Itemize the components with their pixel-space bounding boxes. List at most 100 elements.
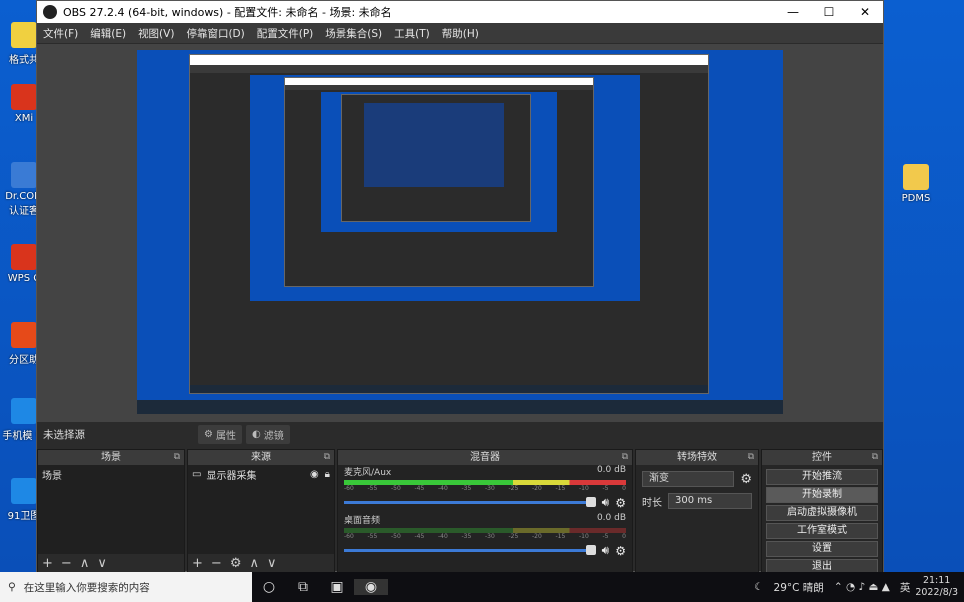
task-view-icon[interactable]: ⧉ bbox=[286, 579, 320, 595]
move-up-icon[interactable]: ∧ bbox=[80, 556, 90, 571]
source-toolbar: 未选择源 ⚙ 属性 ◐ 滤镜 bbox=[37, 422, 883, 446]
clock[interactable]: 21:11 2022/8/3 bbox=[915, 575, 958, 599]
title-bar[interactable]: OBS 27.2.4 (64-bit, windows) - 配置文件: 未命名… bbox=[37, 1, 883, 23]
gear-icon[interactable]: ⚙ bbox=[740, 472, 752, 487]
menu-scene-collection[interactable]: 场景集合(S) bbox=[319, 26, 388, 41]
preview-frame bbox=[137, 50, 783, 414]
volume-slider[interactable] bbox=[344, 545, 596, 555]
studio-mode-button[interactable]: 工作室模式 bbox=[766, 523, 878, 539]
meter-scale: -60 -55 -50 -45 -40 -35 -30 -25 -20 -15 -10 -5 0 bbox=[344, 533, 626, 540]
search-icon: ⚲ bbox=[8, 581, 16, 593]
duration-input[interactable]: 300 ms bbox=[668, 493, 752, 509]
app-icon bbox=[11, 162, 37, 188]
preview-area[interactable] bbox=[37, 44, 883, 422]
mixer-channel-desktop: 桌面音频 0.0 dB -60 -55 -50 -45 -40 -35 -30 -25 -20 -1… bbox=[344, 513, 626, 558]
source-settings-icon[interactable]: ⚙ bbox=[230, 556, 242, 571]
nested-preview-2 bbox=[321, 92, 557, 232]
dock-float-icon[interactable]: ⧉ bbox=[174, 450, 180, 465]
transitions-dock: 转场特效 ⧉ 渐变 ⚙ 时长 300 ms bbox=[635, 449, 759, 573]
app-icon bbox=[11, 244, 37, 270]
remove-source-button[interactable]: − bbox=[211, 556, 222, 571]
gear-icon[interactable]: ⚙ bbox=[615, 496, 626, 510]
minimize-button[interactable]: — bbox=[775, 5, 811, 19]
remove-scene-button[interactable]: − bbox=[61, 556, 72, 571]
settings-button[interactable]: 设置 bbox=[766, 541, 878, 557]
obs-logo-icon bbox=[43, 5, 57, 19]
controls-dock: 控件 ⧉ 开始推流 开始录制 启动虚拟摄像机 工作室模式 设置 退出 bbox=[761, 449, 883, 575]
source-item[interactable]: ▭ 显示器采集 ◉ 🔒︎ bbox=[188, 465, 334, 484]
dock-float-icon[interactable]: ⧉ bbox=[622, 450, 628, 465]
app-icon[interactable]: ▣ bbox=[320, 579, 354, 595]
nested-taskbar bbox=[137, 400, 783, 414]
app-icon bbox=[11, 22, 37, 48]
mixer-dock: 混音器 ⧉ 麦克风/Aux 0.0 dB -60 -55 -50 -45 -40 -35 -30… bbox=[337, 449, 633, 573]
gear-icon: ⚙ bbox=[204, 428, 213, 440]
taskbar-search-box[interactable]: ⚲ 在这里输入你要搜索的内容 bbox=[0, 572, 252, 602]
filter-icon: ◐ bbox=[251, 428, 261, 440]
ime-indicator[interactable]: 英 bbox=[900, 580, 911, 595]
search-placeholder: 在这里输入你要搜索的内容 bbox=[23, 581, 150, 594]
folder-icon bbox=[903, 164, 929, 190]
menu-tools[interactable]: 工具(T) bbox=[388, 26, 436, 41]
eye-icon[interactable]: ◉ bbox=[310, 469, 319, 480]
meter-scale: -60 -55 -50 -45 -40 -35 -30 -25 -20 -15 -10 -5 0 bbox=[344, 485, 626, 492]
app-icon bbox=[11, 398, 37, 424]
nested-obs-2 bbox=[284, 77, 594, 287]
cortana-icon[interactable]: ○ bbox=[252, 579, 286, 595]
dock-float-icon[interactable]: ⧉ bbox=[324, 450, 330, 465]
scenes-dock: 场景 ⧉ 场景 + − ∧ ∨ bbox=[37, 449, 185, 573]
menu-docks[interactable]: 停靠窗口(D) bbox=[180, 26, 250, 41]
start-streaming-button[interactable]: 开始推流 bbox=[766, 469, 878, 485]
app-icon bbox=[11, 478, 37, 504]
weather-icon: ☾ bbox=[754, 581, 764, 593]
mixer-channel-mic: 麦克风/Aux 0.0 dB -60 -55 -50 -45 -40 -35 -30 -25 -2… bbox=[344, 465, 626, 510]
speaker-icon[interactable]: 🔊︎ bbox=[602, 543, 610, 558]
system-tray: ☾ 29°C 晴朗 ⌃ ◔ ♪ ⏏ ▲ 英 21:11 2022/8/3 bbox=[749, 575, 964, 599]
monitor-icon: ▭ bbox=[192, 469, 202, 480]
add-source-button[interactable]: + bbox=[192, 556, 203, 571]
dock-float-icon[interactable]: ⧉ bbox=[748, 450, 754, 465]
add-scene-button[interactable]: + bbox=[42, 556, 53, 571]
gear-icon[interactable]: ⚙ bbox=[615, 544, 626, 558]
taskbar: ⚲ 在这里输入你要搜索的内容 ○ ⧉ ▣ ◉ ☾ 29°C 晴朗 ⌃ ◔ ♪ ⏏… bbox=[0, 572, 964, 602]
weather-text[interactable]: 29°C 晴朗 bbox=[774, 580, 824, 595]
menu-edit[interactable]: 编辑(E) bbox=[84, 26, 132, 41]
scenes-title: 场景 bbox=[101, 452, 121, 463]
duration-label: 时长 bbox=[642, 497, 662, 509]
sources-dock: 来源 ⧉ ▭ 显示器采集 ◉ 🔒︎ + − ⚙ ∧ ∨ bbox=[187, 449, 335, 573]
properties-button[interactable]: ⚙ 属性 bbox=[198, 424, 242, 444]
mixer-title: 混音器 bbox=[470, 452, 500, 463]
nested-obs-1 bbox=[189, 54, 709, 394]
scene-item[interactable]: 场景 bbox=[38, 465, 184, 484]
nested-preview-1 bbox=[250, 75, 640, 301]
move-up-icon[interactable]: ∧ bbox=[249, 556, 259, 571]
speaker-icon[interactable]: 🔊︎ bbox=[602, 495, 610, 510]
transition-select[interactable]: 渐变 bbox=[642, 471, 735, 487]
volume-slider[interactable] bbox=[344, 497, 596, 507]
lock-icon[interactable]: 🔒︎ bbox=[325, 469, 330, 480]
tray-icons[interactable]: ⌃ ◔ ♪ ⏏ ▲ bbox=[834, 581, 890, 593]
obs-taskbar-icon[interactable]: ◉ bbox=[354, 579, 388, 595]
obs-window: OBS 27.2.4 (64-bit, windows) - 配置文件: 未命名… bbox=[36, 0, 884, 575]
menu-help[interactable]: 帮助(H) bbox=[436, 26, 485, 41]
desktop-icon-pdms[interactable]: PDMS bbox=[894, 164, 938, 204]
window-title: OBS 27.2.4 (64-bit, windows) - 配置文件: 未命名… bbox=[63, 6, 392, 19]
menu-file[interactable]: 文件(F) bbox=[37, 26, 84, 41]
move-down-icon[interactable]: ∨ bbox=[267, 556, 277, 571]
app-icon bbox=[11, 322, 37, 348]
dock-float-icon[interactable]: ⧉ bbox=[872, 450, 878, 465]
transitions-title: 转场特效 bbox=[677, 452, 717, 463]
menu-bar: 文件(F) 编辑(E) 视图(V) 停靠窗口(D) 配置文件(P) 场景集合(S… bbox=[37, 23, 883, 43]
no-source-label: 未选择源 bbox=[43, 428, 85, 441]
move-down-icon[interactable]: ∨ bbox=[97, 556, 107, 571]
menu-view[interactable]: 视图(V) bbox=[132, 26, 180, 41]
start-virtual-camera-button[interactable]: 启动虚拟摄像机 bbox=[766, 505, 878, 521]
close-button[interactable]: ✕ bbox=[847, 5, 883, 19]
filters-button[interactable]: ◐ 滤镜 bbox=[245, 424, 290, 444]
start-recording-button[interactable]: 开始录制 bbox=[766, 487, 878, 503]
sources-title: 来源 bbox=[251, 452, 271, 463]
maximize-button[interactable]: ☐ bbox=[811, 5, 847, 19]
controls-title: 控件 bbox=[812, 452, 832, 463]
menu-profile[interactable]: 配置文件(P) bbox=[251, 26, 320, 41]
app-icon bbox=[11, 84, 37, 110]
